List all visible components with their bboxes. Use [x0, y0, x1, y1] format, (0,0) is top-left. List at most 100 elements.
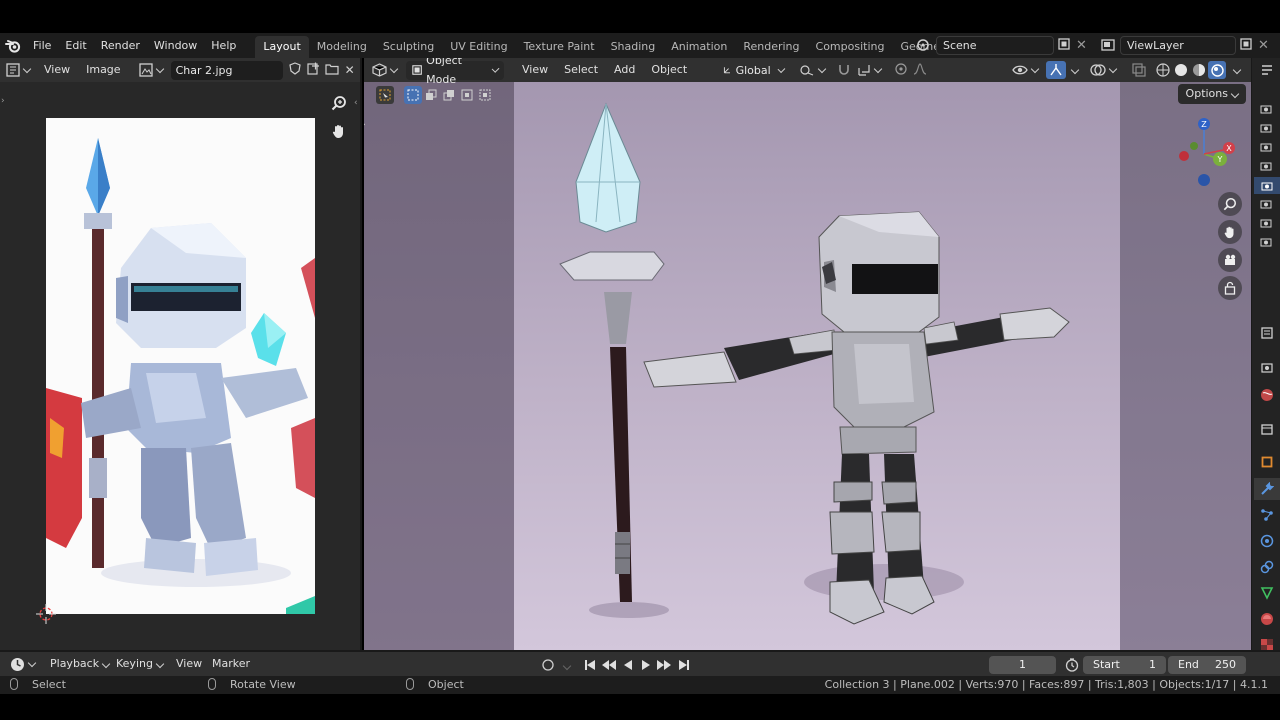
- preview-range-icon[interactable]: [1065, 658, 1079, 675]
- view-layer-name-field[interactable]: ViewLayer: [1120, 35, 1236, 55]
- options-dropdown[interactable]: Options: [1177, 84, 1246, 104]
- physics-properties-icon[interactable]: [1260, 534, 1274, 548]
- jump-to-keyframe-back-icon[interactable]: [601, 659, 617, 674]
- viewport-zoom-icon[interactable]: [1218, 192, 1242, 216]
- render-visibility-icon-4[interactable]: [1260, 160, 1274, 174]
- tab-layout[interactable]: Layout: [255, 35, 309, 58]
- new-image-icon[interactable]: [306, 62, 320, 78]
- snap-target-icon[interactable]: [857, 63, 883, 77]
- tab-compositing[interactable]: Compositing: [808, 36, 893, 58]
- data-properties-icon[interactable]: [1260, 586, 1274, 600]
- snap-icon[interactable]: [837, 63, 851, 77]
- view-layer-icon[interactable]: [1096, 39, 1120, 51]
- scene-name-field[interactable]: Scene: [936, 35, 1054, 55]
- modifier-properties-icon[interactable]: [1254, 478, 1280, 500]
- visibility-selectability-icon[interactable]: [1012, 63, 1040, 77]
- 2d-cursor-icon[interactable]: [36, 604, 56, 624]
- new-view-layer-icon[interactable]: [1240, 37, 1258, 53]
- render-visibility-icon-active[interactable]: [1254, 177, 1280, 194]
- timeline-editor-type-icon[interactable]: [10, 657, 37, 672]
- pan-hand-icon[interactable]: [326, 118, 352, 144]
- camera-lock-icon[interactable]: [1218, 276, 1242, 300]
- start-frame-field[interactable]: Start 1: [1083, 656, 1166, 674]
- solid-shading-icon[interactable]: [1174, 63, 1188, 80]
- material-shading-icon[interactable]: [1192, 63, 1206, 80]
- render-visibility-icon-2[interactable]: [1260, 122, 1274, 136]
- viewport-select-menu[interactable]: Select: [556, 58, 606, 82]
- particles-properties-icon[interactable]: [1260, 508, 1274, 522]
- viewport-pan-icon[interactable]: [1218, 220, 1242, 244]
- open-image-icon[interactable]: [324, 63, 339, 78]
- image-view-menu[interactable]: View: [36, 58, 78, 82]
- fake-user-icon[interactable]: [288, 62, 301, 78]
- overlays-icon[interactable]: [1090, 63, 1118, 77]
- menu-file[interactable]: File: [26, 34, 58, 58]
- constraints-properties-icon[interactable]: [1260, 560, 1274, 574]
- jump-to-end-icon[interactable]: [678, 659, 690, 674]
- render-visibility-icon-8[interactable]: [1260, 236, 1274, 250]
- marker-menu[interactable]: Marker: [204, 652, 258, 676]
- falloff-icon[interactable]: [913, 62, 927, 78]
- camera-view-icon[interactable]: [1218, 248, 1242, 272]
- delete-scene-icon[interactable]: ✕: [1076, 38, 1087, 53]
- shading-dropdown-icon[interactable]: [1230, 63, 1242, 76]
- image-browse-icon[interactable]: [138, 63, 167, 77]
- menu-help[interactable]: Help: [204, 34, 243, 58]
- object-mode-dropdown[interactable]: Object Mode: [406, 58, 504, 86]
- tab-animation[interactable]: Animation: [663, 36, 735, 58]
- current-frame-field[interactable]: 1: [989, 656, 1056, 674]
- rendered-shading-icon[interactable]: [1208, 61, 1226, 79]
- playback-menu[interactable]: Playback: [42, 652, 117, 676]
- play-reverse-icon[interactable]: [622, 659, 634, 674]
- material-properties-icon[interactable]: [1260, 612, 1274, 626]
- object-properties-icon[interactable]: [1260, 455, 1274, 469]
- pivot-point-icon[interactable]: [799, 63, 827, 77]
- scene-icon[interactable]: [910, 38, 936, 52]
- viewport-add-menu[interactable]: Add: [606, 58, 643, 82]
- delete-view-layer-icon[interactable]: ✕: [1258, 38, 1269, 53]
- world-properties-icon[interactable]: [1260, 388, 1274, 402]
- jump-to-keyframe-forward-icon[interactable]: [656, 659, 672, 674]
- render-visibility-icon-3[interactable]: [1260, 141, 1274, 155]
- tab-sculpting[interactable]: Sculpting: [375, 36, 442, 58]
- gizmo-toggle-icon[interactable]: [1046, 61, 1066, 79]
- viewport-object-menu[interactable]: Object: [643, 58, 695, 82]
- auto-keying-icon[interactable]: [542, 659, 554, 674]
- region-toggle-icon[interactable]: ›: [1, 96, 5, 106]
- navigation-gizmo[interactable]: Z Y X: [1170, 114, 1240, 194]
- play-icon[interactable]: [640, 659, 652, 674]
- new-scene-icon[interactable]: [1058, 37, 1076, 53]
- image-name-field[interactable]: Char 2.jpg: [170, 60, 283, 80]
- menu-window[interactable]: Window: [147, 34, 204, 58]
- sidebar-toggle-icon[interactable]: ‹: [354, 98, 358, 108]
- outliner-filter-icon[interactable]: [1260, 64, 1274, 78]
- render-visibility-icon-6[interactable]: [1260, 198, 1274, 212]
- render-visibility-icon-7[interactable]: [1260, 217, 1274, 231]
- tab-modeling[interactable]: Modeling: [309, 36, 375, 58]
- keying-menu[interactable]: Keying: [108, 652, 171, 676]
- transform-orientation-dropdown[interactable]: Global: [717, 60, 790, 80]
- viewport-editor-type-icon[interactable]: [372, 63, 406, 77]
- end-frame-field[interactable]: End 250: [1168, 656, 1246, 674]
- gizmo-dropdown-icon[interactable]: [1068, 63, 1080, 76]
- menu-render[interactable]: Render: [94, 34, 147, 58]
- unlink-image-icon[interactable]: ✕: [345, 63, 355, 77]
- tab-shading[interactable]: Shading: [603, 36, 664, 58]
- zoom-icon[interactable]: [326, 90, 352, 116]
- collection-properties-icon[interactable]: [1260, 422, 1274, 436]
- render-properties-icon[interactable]: [1260, 360, 1274, 374]
- 3d-viewport[interactable]: Object Mode View Select Add Object Globa…: [364, 58, 1251, 650]
- tab-uv-editing[interactable]: UV Editing: [442, 36, 515, 58]
- tool-properties-icon[interactable]: [1260, 326, 1274, 340]
- blender-logo-icon[interactable]: [0, 34, 26, 58]
- proportional-editing-icon[interactable]: [895, 62, 907, 78]
- tab-texture-paint[interactable]: Texture Paint: [516, 36, 603, 58]
- xray-icon[interactable]: [1132, 63, 1146, 80]
- wireframe-shading-icon[interactable]: [1156, 63, 1170, 80]
- viewport-view-menu[interactable]: View: [514, 58, 556, 82]
- jump-to-start-icon[interactable]: [584, 659, 596, 674]
- keying-set-dropdown-icon[interactable]: [560, 659, 572, 672]
- tab-rendering[interactable]: Rendering: [735, 36, 807, 58]
- image-image-menu[interactable]: Image: [78, 58, 128, 82]
- menu-edit[interactable]: Edit: [58, 34, 93, 58]
